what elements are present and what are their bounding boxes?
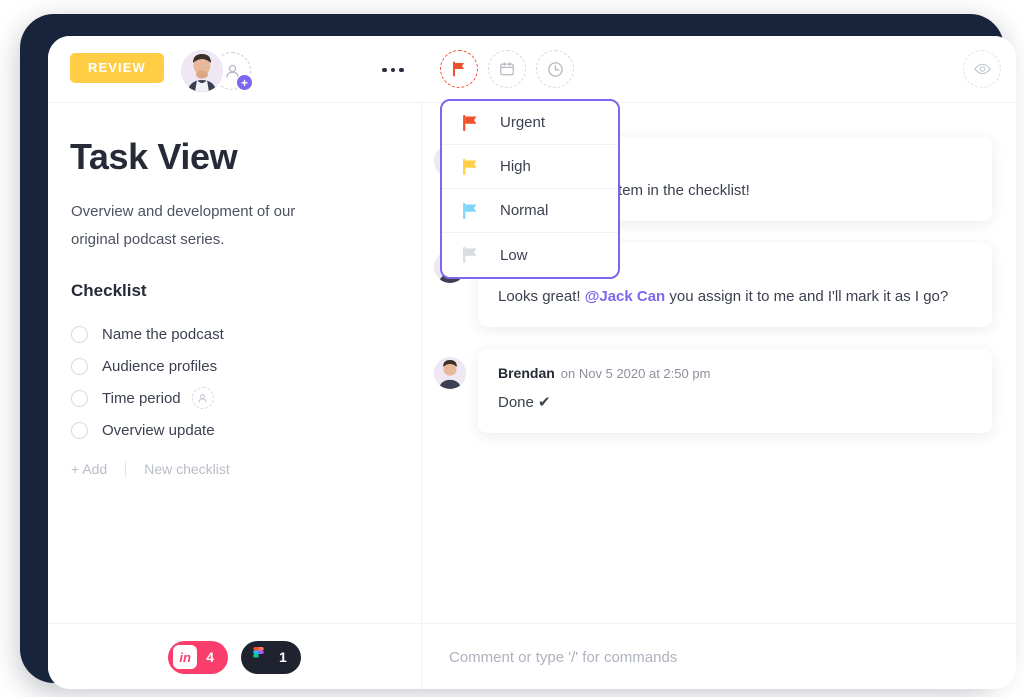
divider bbox=[125, 461, 127, 477]
more-dot bbox=[382, 67, 387, 73]
more-options-button[interactable] bbox=[373, 60, 413, 80]
priority-flag-button[interactable] bbox=[440, 50, 478, 88]
comment-card: Brendan on Nov 5 2020 at 2:50 pm Done ✔ bbox=[478, 349, 992, 433]
comment-meta: Brendan on Nov 5 2020 at 2:50 pm bbox=[498, 365, 972, 381]
comment-item: Brendan on Nov 5 2020 at 2:50 pm Done ✔ bbox=[434, 349, 992, 433]
status-badge[interactable]: REVIEW bbox=[70, 53, 164, 83]
clock-icon bbox=[547, 61, 563, 77]
avatar[interactable] bbox=[181, 50, 223, 92]
assign-user-button[interactable] bbox=[191, 387, 214, 409]
task-description: Overview and development of our original… bbox=[71, 203, 296, 248]
flag-icon bbox=[463, 158, 477, 175]
footer-bar: in 4 1 bbox=[48, 623, 1016, 689]
checklist-item-label: Audience profiles bbox=[102, 357, 218, 375]
top-toolbar: REVIEW + bbox=[48, 36, 1016, 103]
priority-option-label: High bbox=[500, 158, 531, 175]
flag-icon bbox=[463, 202, 477, 219]
figma-badge[interactable]: 1 bbox=[241, 640, 301, 674]
add-plus-icon: + bbox=[236, 74, 253, 91]
calendar-icon bbox=[500, 61, 514, 76]
checklist-item-label: Overview update bbox=[102, 421, 215, 439]
checkbox-icon[interactable] bbox=[71, 357, 88, 375]
more-dot bbox=[399, 67, 404, 73]
checklist-heading: Checklist bbox=[71, 281, 147, 300]
checkbox-icon[interactable] bbox=[71, 389, 88, 407]
mention-link[interactable]: @Jack Can bbox=[585, 288, 666, 305]
invision-count: 4 bbox=[206, 649, 214, 665]
priority-option-normal[interactable]: Normal bbox=[442, 189, 618, 233]
add-checklist-item-button[interactable]: + Add bbox=[71, 461, 107, 477]
priority-option-label: Urgent bbox=[500, 114, 546, 131]
eye-icon bbox=[973, 63, 991, 75]
comment-text-prefix: Looks great! bbox=[498, 288, 585, 305]
figma-count: 1 bbox=[279, 649, 287, 665]
priority-option-label: Normal bbox=[500, 202, 549, 219]
checklist-item[interactable]: Audience profiles bbox=[71, 350, 391, 382]
checklist-item[interactable]: Overview update bbox=[71, 414, 391, 446]
assignee-group: + bbox=[181, 47, 271, 92]
checklist-item-label: Name the podcast bbox=[102, 325, 224, 343]
new-checklist-button[interactable]: New checklist bbox=[144, 461, 230, 477]
comment-body: Looks great! @Jack Can you assign it to … bbox=[498, 284, 972, 309]
comment-input[interactable] bbox=[423, 624, 1016, 689]
flag-icon bbox=[453, 61, 464, 77]
figma-icon bbox=[246, 645, 270, 669]
avatar[interactable] bbox=[434, 357, 466, 389]
flag-icon bbox=[463, 114, 477, 131]
due-date-button[interactable] bbox=[488, 50, 526, 88]
time-estimate-button[interactable] bbox=[536, 50, 574, 88]
checklist-item-label: Time period bbox=[102, 389, 181, 407]
checklist-actions: + Add New checklist bbox=[71, 461, 230, 477]
priority-dropdown-menu: Urgent High Normal Low bbox=[440, 99, 620, 279]
app-screen: REVIEW + Task View Overview and developm… bbox=[48, 36, 1016, 689]
checklist: Name the podcast Audience profiles Time … bbox=[71, 318, 391, 446]
watch-button[interactable] bbox=[963, 50, 1001, 88]
task-detail-panel: Task View Overview and development of ou… bbox=[48, 103, 422, 689]
checklist-item[interactable]: Name the podcast bbox=[71, 318, 391, 350]
invision-badge[interactable]: in 4 bbox=[168, 640, 228, 674]
flag-icon bbox=[463, 247, 477, 263]
integration-badges: in 4 1 bbox=[48, 624, 422, 689]
person-icon bbox=[198, 393, 207, 402]
comment-timestamp: on Nov 5 2020 at 2:50 pm bbox=[560, 366, 711, 381]
page-title: Task View bbox=[70, 136, 238, 177]
invision-icon: in bbox=[173, 645, 198, 669]
comment-text-suffix: you assign it to me and I'll mark it as … bbox=[665, 288, 949, 305]
device-frame: REVIEW + Task View Overview and developm… bbox=[20, 14, 1016, 689]
checklist-item[interactable]: Time period bbox=[71, 382, 391, 414]
task-attribute-icons bbox=[440, 50, 574, 88]
priority-option-low[interactable]: Low bbox=[442, 233, 618, 277]
priority-option-label: Low bbox=[500, 246, 528, 264]
checkbox-icon[interactable] bbox=[71, 421, 88, 439]
checkbox-icon[interactable] bbox=[71, 325, 88, 343]
priority-option-high[interactable]: High bbox=[442, 145, 618, 189]
more-dot bbox=[390, 67, 396, 73]
priority-option-urgent[interactable]: Urgent bbox=[442, 101, 618, 145]
comment-body: Done ✔ bbox=[498, 394, 551, 411]
comment-author: Brendan bbox=[498, 365, 555, 381]
